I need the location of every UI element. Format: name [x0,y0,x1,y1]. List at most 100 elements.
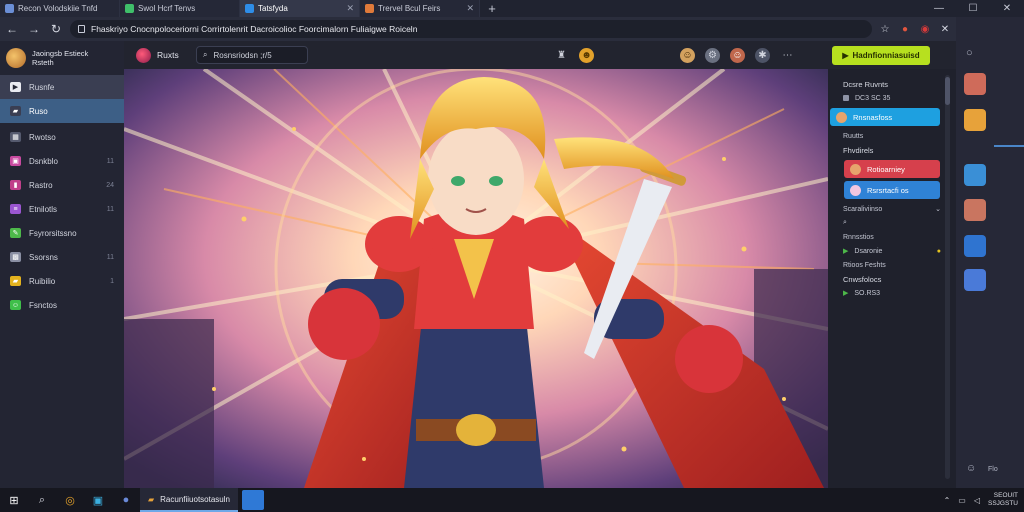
chevron-up-icon[interactable]: ⌃ [944,496,951,505]
panel-pill[interactable]: Rotioarniey [844,160,940,178]
tab-title: Trervel Bcul Feirs [378,4,441,13]
toolbar-icons-right: ☺ ⚙ ☺ ✱ ⋯ [680,47,795,63]
coin-icon[interactable]: ☻ [579,47,594,63]
folder-icon: ▰ [148,494,155,504]
system-tray: ⌃ ▭ ◁ SEOUIT SSJGSTU [944,488,1018,512]
record-icon[interactable]: ◉ [918,22,932,36]
tab-favicon [365,4,374,13]
search-icon: ⌕ [843,219,847,226]
browser-actions: ☆ ● ◉ ✕ [878,22,952,36]
dock-app-icon[interactable] [964,199,986,221]
sidebar-item[interactable]: ≡ Etnilotls 11 [0,197,124,221]
app-toolbar: Ruxts ⌕ Rosnsriodsn ;r/5 ♜ ☻ ☺ ⚙ ☺ ✱ ⋯ ▶… [124,41,956,69]
sidebar-item[interactable]: ▮ Rastro 24 [0,173,124,197]
minimize-button[interactable]: — [922,0,956,17]
search-input[interactable]: ⌕ Rosnsriodsn ;r/5 [196,46,308,64]
panel-pill[interactable]: Rsrsrtacfi os [844,181,940,199]
right-dock: ○ ☺ Flo [956,17,1024,488]
tab-favicon [5,4,14,13]
taskbar: ⊞ ⌕ ◎ ▣ ● ▰ Racunfiiuotsotasuln ⌃ ▭ ◁ SE… [0,488,1024,512]
more-icon[interactable]: ⋯ [780,48,795,63]
sidebar: Jaoingsb Estieck Rsteth ▶ Rusnfe ▰ Ruso ▦ Rwo… [0,41,124,488]
bookmark-star-icon[interactable]: ☆ [878,22,892,36]
panel-row[interactable]: Rtioos Feshts [828,258,956,272]
action-button[interactable]: ▶ Hadnfionniasuisd [832,45,930,65]
avatar [6,48,26,68]
close-button[interactable]: ✕ [990,0,1024,17]
address-bar[interactable]: Fhaskriyo Cnocnpoloceriorni Corrirtolenr… [70,20,872,38]
app-logo-icon [136,47,151,63]
list-icon: ≡ [10,204,21,214]
sidebar-item[interactable]: ▶ Rusnfe [0,75,124,99]
profile-subtitle: Rsteth [32,58,54,67]
search-icon[interactable]: ⌕ [28,488,56,512]
close-tab-icon[interactable]: ✕ [346,3,354,14]
clock[interactable]: SEOUIT SSJGSTU [988,492,1018,508]
tab-1[interactable]: Recon Volodskiie Tnfd [0,0,120,17]
settings-gear-icon[interactable]: ⚙ [705,47,720,63]
folder-icon: ▰ [10,276,21,286]
taskbar-app-active[interactable] [241,490,264,510]
panel-row: Ruutts [843,132,864,140]
dock-app-icon[interactable] [964,164,986,186]
sidebar-item-count: 1 [110,277,114,285]
diamond-icon [843,95,849,101]
forward-icon[interactable]: → [26,21,42,37]
close-tab-icon[interactable]: ✕ [466,3,474,14]
panel-row[interactable]: Scaraliviinso ⌄ [828,202,956,216]
sidebar-item[interactable]: ▰ Ruibilio 1 [0,269,124,293]
search-value: Rosnsriodsn ;r/5 [213,50,272,60]
panel-pill[interactable]: Rnsnasfoss [830,108,940,126]
tab-2[interactable]: Swol Hcrf Tenvs [120,0,240,17]
dock-app-icon[interactable] [964,235,986,257]
circle-icon[interactable]: ○ [966,47,973,59]
sidebar-item[interactable]: ✎ Fsyrorsitssno [0,221,124,245]
maximize-button[interactable]: ☐ [956,0,990,17]
tab-title: Swol Hcrf Tenvs [138,4,196,13]
panel-row[interactable]: ▶ Dsaronie ● [828,244,956,258]
hero-illustration [124,69,828,488]
tab-title: Recon Volodskiie Tnfd [18,4,98,13]
main-artwork [124,69,828,488]
dock-app-icon[interactable] [964,269,986,291]
scrollbar-thumb[interactable] [945,77,950,105]
back-icon[interactable]: ← [4,21,20,37]
sidebar-item[interactable]: ☺ Fsnctos [0,293,124,317]
extension-icon[interactable]: ● [898,22,912,36]
app-icon[interactable]: ● [112,488,140,512]
help-icon[interactable]: ✱ [755,47,770,63]
sidebar-item-label: Ssorsns [29,252,58,262]
network-icon[interactable]: ▭ [958,496,966,505]
panel-row[interactable]: ⌕ [828,216,956,230]
taskbar-app[interactable]: ▰ Racunfiiuotsotasuln [140,488,238,512]
emoji-icon[interactable]: ☺ [966,463,976,474]
sidebar-item[interactable]: ▩ Ssorsns 11 [0,245,124,269]
user-avatar-icon[interactable]: ☺ [680,47,695,63]
tab-4[interactable]: Trervel Bcul Feirs ✕ [360,0,480,17]
bell-icon[interactable]: ♜ [554,48,569,63]
sidebar-item[interactable]: ▣ Dsnkblo 11 [0,149,124,173]
panel-row[interactable]: ▶ SO.RS3 [828,286,956,300]
scrollbar[interactable] [945,75,950,479]
close-panel-icon[interactable]: ✕ [938,22,952,36]
profile-icon[interactable]: ☺ [730,47,745,63]
new-tab-button[interactable]: + [480,0,504,17]
avatar-icon [850,184,861,196]
lock-icon [78,25,85,33]
panel-row[interactable]: DC3 SC 35 [828,91,956,105]
panel-row[interactable]: Rnnsstios [828,230,956,244]
store-icon[interactable]: ▣ [84,488,112,512]
sidebar-item-count: 11 [106,253,114,261]
sidebar-item[interactable]: ▰ Ruso [0,99,124,123]
dock-app-icon[interactable] [964,109,986,131]
volume-icon[interactable]: ◁ [974,496,980,505]
sidebar-item-count: 24 [106,181,114,189]
tab-3[interactable]: Tatsfyda ✕ [240,0,360,17]
chevron-down-icon: ⌄ [935,206,941,213]
profile-header[interactable]: Jaoingsb Estieck Rsteth [0,41,124,75]
reload-icon[interactable]: ↻ [48,21,64,37]
dock-app-icon[interactable] [964,73,986,95]
browser-icon[interactable]: ◎ [56,488,84,512]
sidebar-item[interactable]: ▦ Rwotso [0,125,124,149]
windows-start-icon[interactable]: ⊞ [0,488,28,512]
